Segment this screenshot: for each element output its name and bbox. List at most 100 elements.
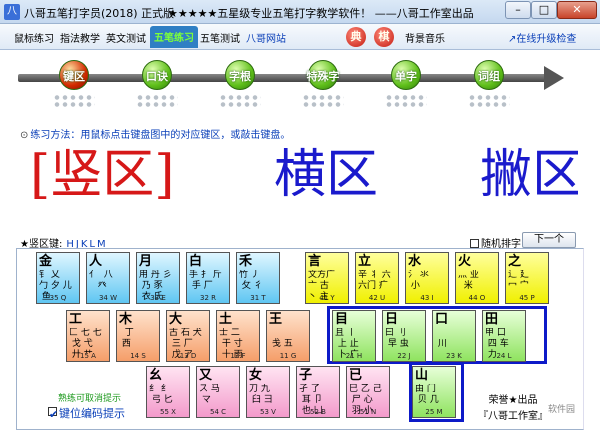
key-c[interactable]: 又ス 马 マ 54 C [196, 366, 240, 418]
key-code: 41 Y [319, 294, 335, 302]
keycode-hint-checkbox[interactable]: ✔键位编码提示 [48, 405, 125, 421]
key-radicals: 亻 八 癶 [89, 270, 113, 291]
key-radicals: 手 扌 斤 手 厂 [189, 270, 222, 291]
key-radicals: 戋 五 [271, 339, 293, 349]
maximize-button[interactable]: □ [531, 1, 557, 19]
current-word: [竖区] [30, 145, 175, 205]
key-i[interactable]: 水氵 氺 小 43 I [405, 252, 449, 304]
key-code: 24 L [496, 352, 512, 360]
key-x[interactable]: 幺纟 纟 弓 匕 55 X [146, 366, 190, 418]
menu-english-test[interactable]: 英文测试 [106, 30, 146, 45]
key-r[interactable]: 白手 扌 斤 手 厂 32 R [186, 252, 230, 304]
hint-text: 熟练可取消提示 [58, 394, 122, 404]
app-icon: 八 [4, 4, 20, 20]
key-main-radical: 人 [89, 254, 103, 269]
instruction-label: 练习方法：用鼠标点击键盘图中的对应键区，或敲击键盘。 [30, 130, 291, 141]
step-label: 键区 [63, 70, 85, 83]
key-code: 13 D [179, 352, 197, 360]
step-arrow-icon [544, 66, 564, 90]
key-main-radical: 又 [199, 368, 213, 383]
checkbox-icon[interactable] [470, 239, 479, 248]
key-e[interactable]: 月用 丹 彡 乃 豕 衣 氏 33 E [136, 252, 180, 304]
key-code: 55 X [160, 408, 176, 416]
key-p[interactable]: 之辶 廴 冖 宀 45 P [505, 252, 549, 304]
watermark-text: 软件园 [548, 405, 576, 415]
key-w[interactable]: 人亻 八 癶 34 W [86, 252, 130, 304]
key-main-radical: 金 [39, 254, 53, 269]
step-key-zone[interactable]: 键区 [43, 56, 105, 116]
menu-wubi-practice[interactable]: 五笔练习 [150, 26, 198, 48]
next-word: 横区 [274, 145, 379, 205]
step-label: 单字 [395, 70, 417, 83]
key-s[interactable]: 木 丁 西 14 S [116, 310, 160, 362]
key-main-radical: 木 [119, 312, 133, 327]
dictionary-button[interactable]: 典 [346, 27, 366, 47]
step-single-chars[interactable]: 单字 [375, 56, 437, 116]
key-main-radical: 口 [435, 312, 449, 327]
key-code: 15 A [80, 352, 96, 360]
key-main-radical: 水 [408, 254, 422, 269]
dots-icon [219, 94, 261, 108]
key-o[interactable]: 火灬 业 米 44 O [455, 252, 499, 304]
key-radicals: 刀 九 臼 彐 [249, 384, 273, 405]
key-code: 14 S [130, 352, 146, 360]
key-u[interactable]: 立辛 丬 六 六门 疒 42 U [355, 252, 399, 304]
following-word: 撇区 [480, 145, 578, 205]
key-main-radical: 王 [269, 312, 283, 327]
menu-mouse-practice[interactable]: 鼠标练习 [14, 30, 54, 45]
window-title: 八哥五笔打字员(2018) 正式版 [24, 7, 175, 20]
step-label: 口诀 [146, 70, 168, 83]
key-main-radical: 言 [308, 254, 322, 269]
key-j[interactable]: 日曰 刂 早 虫 22 J [382, 310, 426, 362]
chess-button[interactable]: 棋 [374, 27, 394, 47]
menu-background-music[interactable]: 背景音乐 [405, 30, 445, 45]
key-a[interactable]: 工匚 七 七 戈 弋 廾 艹 15 A [66, 310, 110, 362]
key-b[interactable]: 子孑 了 耳 卩 也 凵 52 B [296, 366, 340, 418]
key-h[interactable]: 目且 丨 上 止 卜 广 21 H [332, 310, 376, 362]
key-g[interactable]: 王 戋 五 11 G [266, 310, 310, 362]
step-special-chars[interactable]: 特殊字 [292, 56, 354, 116]
step-phrases[interactable]: 词组 [458, 56, 520, 116]
step-label: 词组 [478, 70, 500, 83]
key-main-radical: 女 [249, 368, 263, 383]
step-radicals[interactable]: 字根 [209, 56, 271, 116]
menu-fingering[interactable]: 指法教学 [60, 30, 100, 45]
key-radicals: 由 门 贝 几 [415, 384, 439, 405]
key-code: 54 C [209, 408, 227, 416]
key-f[interactable]: 土士 二 干 寸 十 雨 12 F [216, 310, 260, 362]
key-m[interactable]: 山由 门 贝 几 25 M [412, 366, 456, 418]
key-d[interactable]: 大古 石 犬 三 厂 戊 ア 13 D [166, 310, 210, 362]
dots-icon [53, 94, 95, 108]
key-k[interactable]: 口 川 23 K [432, 310, 476, 362]
key-main-radical: 大 [169, 312, 183, 327]
key-code: 25 M [425, 408, 443, 416]
next-button[interactable]: 下一个 [522, 232, 576, 248]
minimize-button[interactable]: – [505, 1, 531, 19]
step-formula[interactable]: 口诀 [126, 56, 188, 116]
step-label: 字根 [229, 70, 251, 83]
key-t[interactable]: 禾竹 丿 攵 彳 31 T [236, 252, 280, 304]
key-n[interactable]: 已巳 乙 己 尸 心 羽 小 51 N [346, 366, 390, 418]
key-main-radical: 工 [69, 312, 83, 327]
menu-website[interactable]: 八哥网站 [246, 30, 286, 45]
key-radicals: 竹 丿 攵 彳 [239, 270, 263, 291]
key-y[interactable]: 言文方广 亠 古 丶 主 41 Y [305, 252, 349, 304]
title-bar: 八 八哥五笔打字员(2018) 正式版 ★★★★★五星级专业五笔打字教学软件！ … [0, 0, 600, 24]
key-code: 35 Q [49, 294, 67, 302]
key-radicals: 辶 廴 冖 宀 [508, 270, 529, 291]
key-radicals: 氵 氺 小 [408, 270, 429, 291]
menu-wubi-test[interactable]: 五笔测试 [200, 30, 240, 45]
key-radicals: 曰 刂 早 虫 [385, 328, 409, 349]
dots-icon [136, 94, 178, 108]
key-l[interactable]: 田甲 口 四 车 力 24 L [482, 310, 526, 362]
close-button[interactable]: ✕ [557, 1, 597, 19]
checkbox-icon[interactable]: ✔ [48, 407, 58, 421]
key-v[interactable]: 女刀 九 臼 彐 53 V [246, 366, 290, 418]
menu-online-upgrade[interactable]: ↗在线升级检查 [508, 30, 576, 45]
key-main-radical: 月 [139, 254, 153, 269]
key-main-radical: 之 [508, 254, 522, 269]
key-code: 34 W [98, 294, 118, 302]
key-radicals: ス 马 マ [199, 384, 220, 405]
key-main-radical: 山 [415, 368, 429, 383]
key-q[interactable]: 金钅 乂 勹 夕 儿 鱼 35 Q [36, 252, 80, 304]
